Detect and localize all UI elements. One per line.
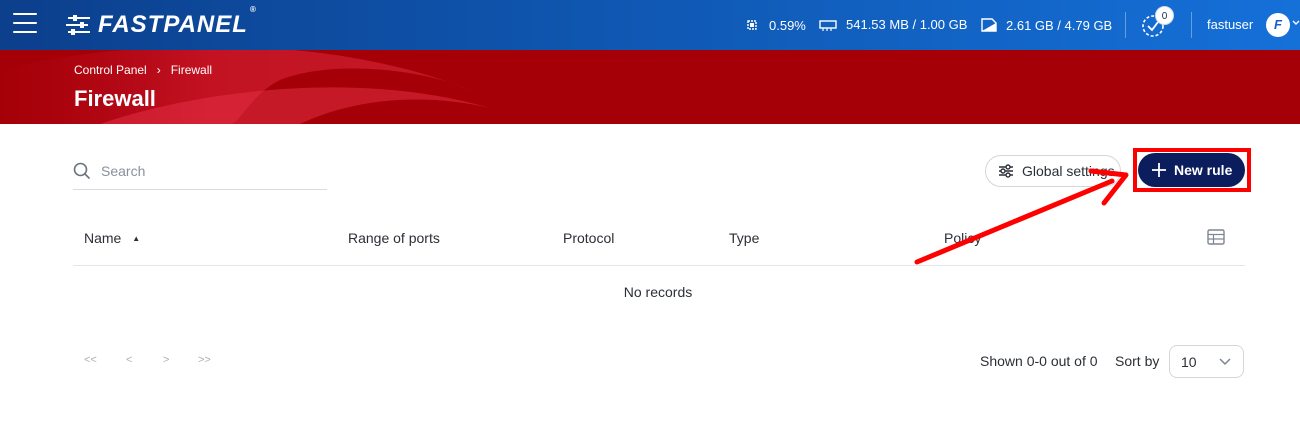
plus-icon <box>1152 163 1166 177</box>
topbar-divider <box>1125 12 1126 38</box>
memory-usage: 541.53 MB / 1.00 GB <box>819 17 967 32</box>
hamburger-menu-icon[interactable] <box>13 13 37 35</box>
sort-by-label: Sort by <box>1115 353 1160 369</box>
settings-sliders-icon <box>999 164 1013 178</box>
logo-sliders-icon <box>66 15 90 35</box>
memory-icon <box>819 19 837 31</box>
chevron-down-icon[interactable] <box>1292 19 1300 27</box>
search-icon <box>73 162 91 179</box>
new-rule-button[interactable]: New rule <box>1138 153 1245 187</box>
cpu-usage: 0.59% <box>744 17 806 33</box>
next-page-button[interactable]: > <box>163 354 169 366</box>
table-header-divider <box>73 265 1245 266</box>
column-header-name[interactable]: Name ▲ <box>84 230 140 246</box>
logo-text: FASTPANEL® <box>98 5 257 38</box>
tasks-count-badge: 0 <box>1155 6 1174 25</box>
top-bar: FASTPANEL® 0.59% 541.53 MB / 1.00 GB 2.6… <box>0 0 1300 50</box>
breadcrumb-separator: › <box>156 63 161 77</box>
chevron-down-icon <box>1219 358 1231 366</box>
last-page-button[interactable]: >> <box>198 354 211 366</box>
previous-page-button[interactable]: < <box>126 354 132 366</box>
topbar-divider <box>1191 12 1192 38</box>
empty-table-message: No records <box>623 284 693 300</box>
user-avatar[interactable]: F <box>1266 13 1290 37</box>
username[interactable]: fastuser <box>1207 17 1253 32</box>
page-size-value: 10 <box>1181 353 1197 370</box>
disk-usage: 2.61 GB / 4.79 GB <box>981 17 1112 33</box>
new-rule-label: New rule <box>1174 162 1233 178</box>
cpu-icon <box>747 20 757 30</box>
breadcrumb-control-panel[interactable]: Control Panel <box>74 63 147 77</box>
disk-icon <box>981 18 997 32</box>
records-count-text: Shown 0-0 out of 0 <box>980 353 1098 369</box>
global-settings-label: Global settings <box>1022 163 1115 179</box>
column-header-protocol[interactable]: Protocol <box>563 230 614 246</box>
page-title: Firewall <box>74 86 156 111</box>
column-header-policy[interactable]: Policy <box>944 230 981 246</box>
breadcrumb-firewall: Firewall <box>170 63 213 77</box>
first-page-button[interactable]: << <box>84 354 97 366</box>
breadcrumb: Control Panel › Firewall <box>74 63 212 77</box>
sort-ascending-icon: ▲ <box>132 234 141 243</box>
table-columns-icon[interactable] <box>1207 229 1225 245</box>
page-size-select[interactable]: 10 <box>1169 345 1244 378</box>
column-header-range-of-ports[interactable]: Range of ports <box>348 230 440 246</box>
search-input[interactable] <box>101 162 321 179</box>
page-header-banner <box>0 50 1300 124</box>
fastpanel-logo[interactable]: FASTPANEL® <box>66 5 257 38</box>
search-box[interactable] <box>73 152 327 190</box>
global-settings-button[interactable]: Global settings <box>985 155 1121 187</box>
column-header-type[interactable]: Type <box>729 230 759 246</box>
